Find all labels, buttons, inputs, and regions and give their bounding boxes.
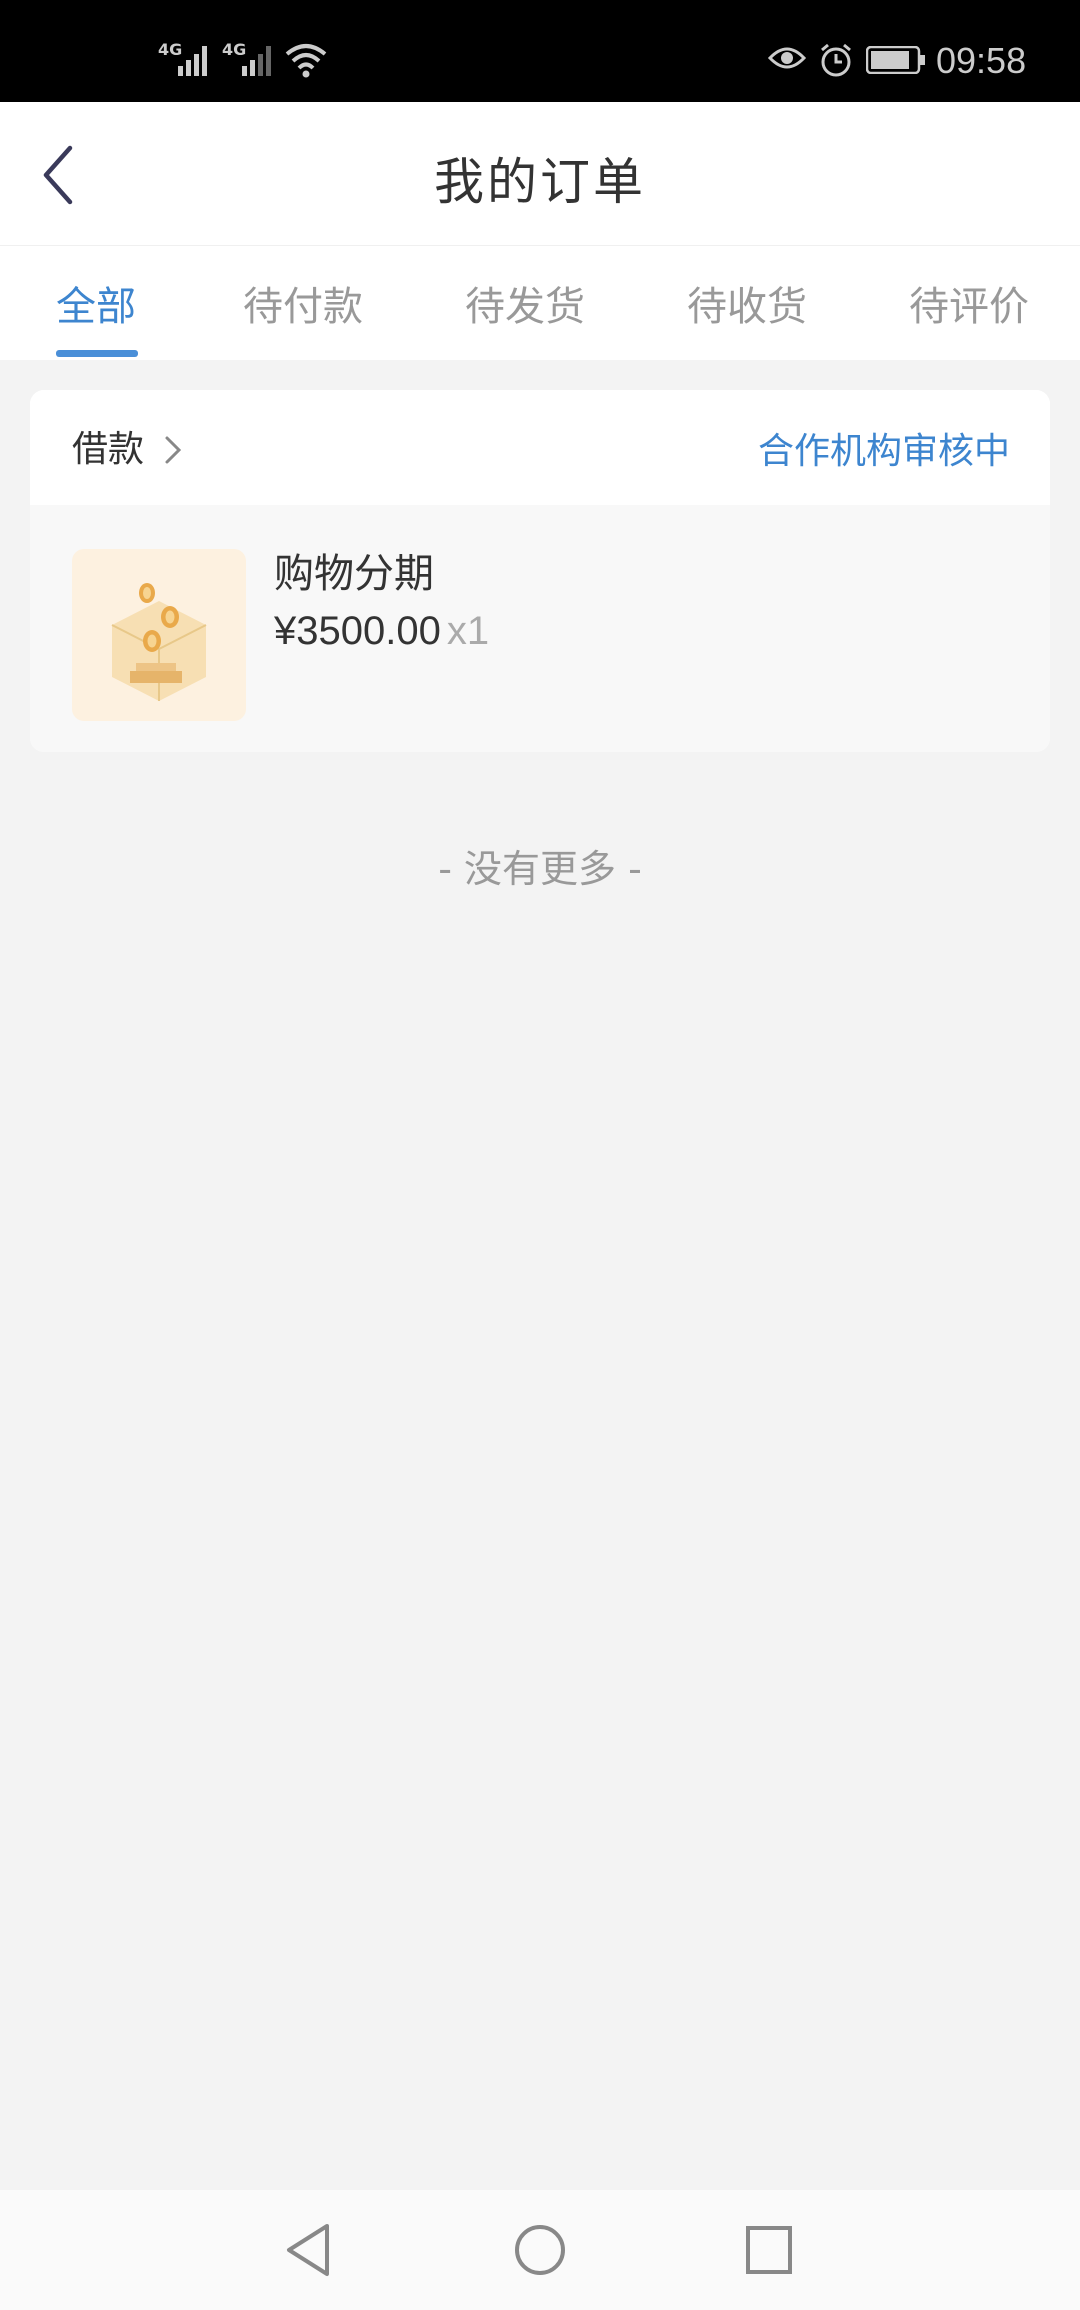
order-card-header: 借款 合作机构审核中 (30, 390, 1050, 505)
clock: 09:58 (936, 40, 1027, 81)
tab-pending-review[interactable]: 待评价 (909, 274, 1029, 332)
merchant-name[interactable]: 借款 (72, 420, 144, 472)
chevron-right-icon[interactable] (164, 435, 182, 465)
product-name: 购物分期 (274, 551, 434, 597)
system-nav-bar (0, 2190, 1080, 2310)
product-price-row: ¥3500.00 x1 (274, 609, 489, 654)
home-circle-icon[interactable] (512, 2222, 568, 2278)
tab-bar: 全部 待付款 待发货 待收货 待评价 (0, 246, 1080, 360)
tab-pending-shipment[interactable]: 待发货 (465, 274, 585, 332)
coin-box-icon (111, 583, 207, 701)
order-item[interactable]: 购物分期 ¥3500.00 x1 (30, 505, 1050, 752)
active-tab-indicator (56, 350, 138, 357)
product-price: ¥3500.00 (274, 609, 441, 653)
back-triangle-icon[interactable] (283, 2222, 333, 2278)
page-title: 我的订单 (434, 153, 646, 211)
signal-icon (178, 46, 207, 76)
tab-pending-receipt[interactable]: 待收货 (687, 274, 807, 332)
status-bar: 4G 4G 09:58 (0, 0, 1080, 102)
signal-icon (242, 46, 271, 76)
order-card[interactable]: 借款 合作机构审核中 购物分期 ¥3500.00 x1 (30, 390, 1050, 752)
battery-icon (866, 46, 925, 74)
no-more-label: - 没有更多 - (438, 847, 642, 891)
header: 我的订单 (0, 102, 1080, 246)
recents-square-icon[interactable] (742, 2222, 796, 2278)
tab-pending-payment[interactable]: 待付款 (243, 274, 363, 332)
product-quantity: x1 (446, 609, 490, 653)
tab-all[interactable]: 全部 (56, 274, 136, 332)
eye-icon (768, 47, 806, 69)
order-status: 合作机构审核中 (757, 431, 1010, 472)
wifi-icon (285, 44, 327, 78)
product-thumbnail (72, 549, 246, 721)
alarm-icon (821, 43, 851, 77)
